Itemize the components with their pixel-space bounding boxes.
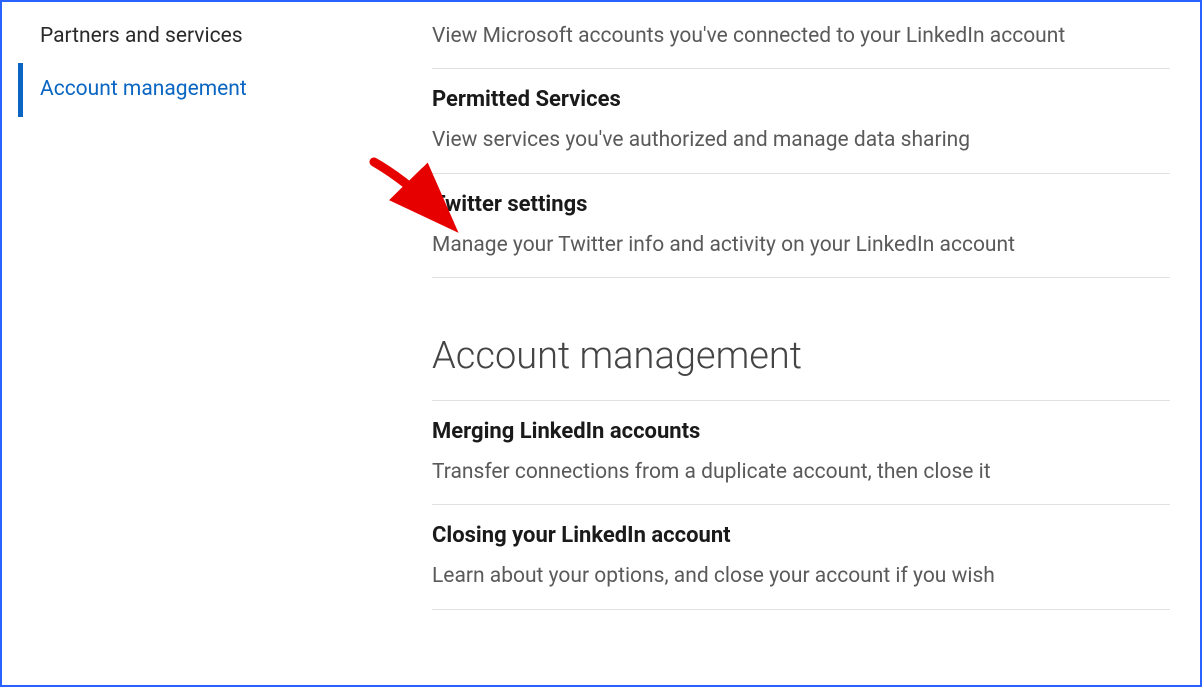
setting-microsoft-desc: View Microsoft accounts you've connected… bbox=[432, 22, 1170, 50]
setting-twitter-title: Twitter settings bbox=[432, 192, 1170, 217]
setting-permitted-desc: View services you've authorized and mana… bbox=[432, 126, 1170, 154]
section-heading-account-management: Account management bbox=[432, 278, 1170, 401]
setting-merging-desc: Transfer connections from a duplicate ac… bbox=[432, 458, 1170, 486]
layout-container: Partners and services Account management… bbox=[2, 2, 1200, 685]
sidebar: Partners and services Account management bbox=[2, 2, 432, 685]
setting-closing-desc: Learn about your options, and close your… bbox=[432, 562, 1170, 590]
setting-twitter-desc: Manage your Twitter info and activity on… bbox=[432, 231, 1170, 259]
setting-permitted-services[interactable]: Permitted Services View services you've … bbox=[432, 69, 1170, 173]
main-content: View Microsoft accounts you've connected… bbox=[432, 2, 1200, 685]
sidebar-item-account-management[interactable]: Account management bbox=[18, 63, 432, 116]
sidebar-item-partners[interactable]: Partners and services bbox=[40, 10, 432, 63]
setting-closing-title: Closing your LinkedIn account bbox=[432, 523, 1170, 548]
setting-merging-title: Merging LinkedIn accounts bbox=[432, 419, 1170, 444]
setting-merging[interactable]: Merging LinkedIn accounts Transfer conne… bbox=[432, 401, 1170, 505]
setting-closing[interactable]: Closing your LinkedIn account Learn abou… bbox=[432, 505, 1170, 609]
setting-microsoft[interactable]: View Microsoft accounts you've connected… bbox=[432, 2, 1170, 69]
setting-twitter[interactable]: Twitter settings Manage your Twitter inf… bbox=[432, 174, 1170, 278]
setting-permitted-title: Permitted Services bbox=[432, 87, 1170, 112]
